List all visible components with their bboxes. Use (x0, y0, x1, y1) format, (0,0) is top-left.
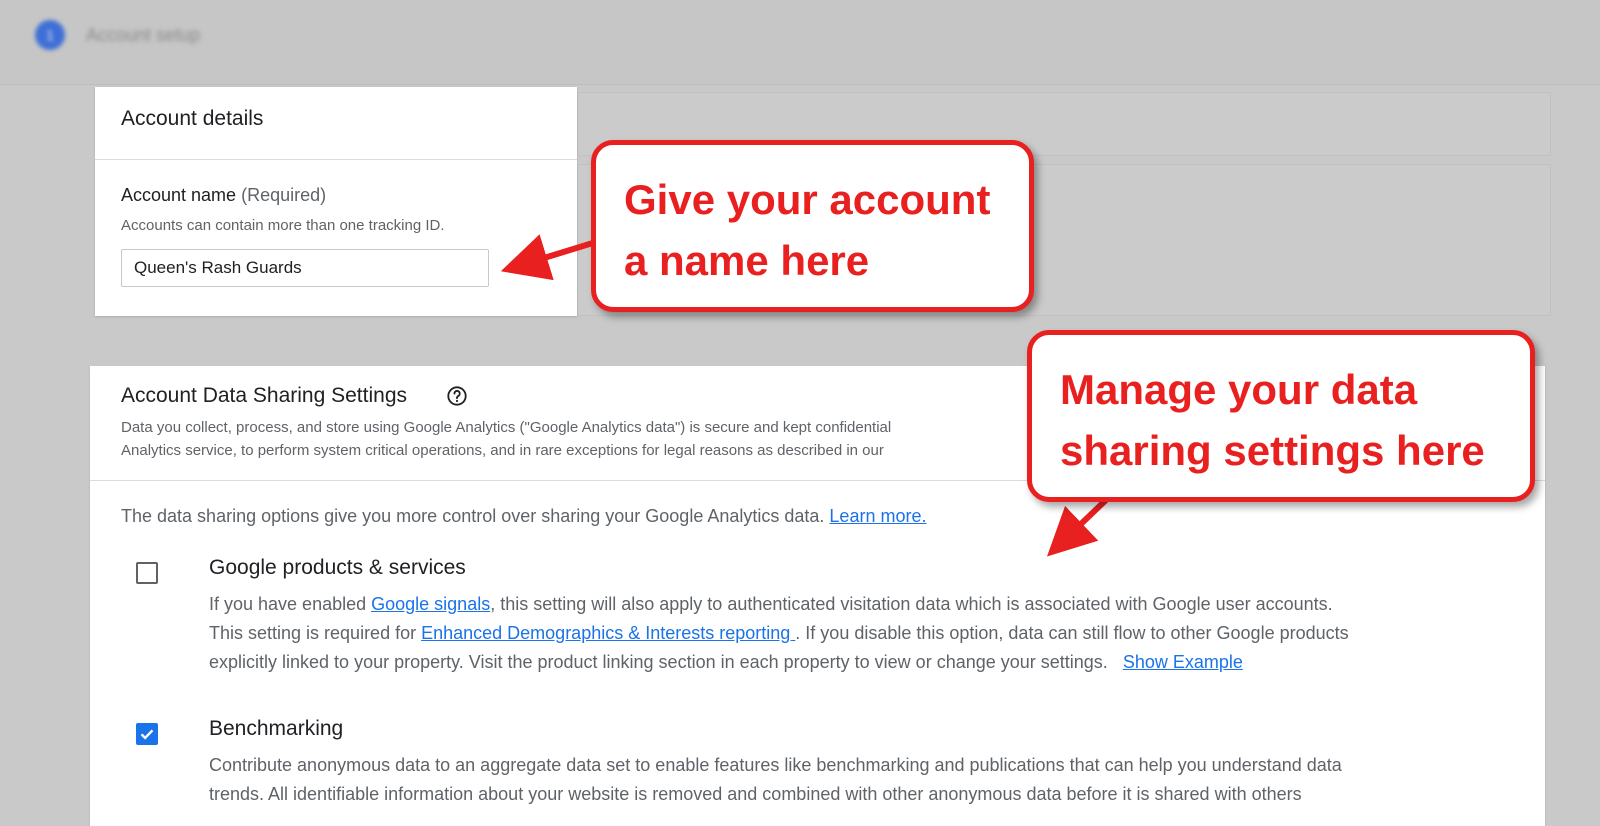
callout-line: Manage your data (1060, 366, 1418, 413)
callout-line: sharing settings here (1060, 427, 1485, 474)
callout-line: Give your account (624, 176, 991, 223)
callout-line: a name here (624, 237, 870, 284)
callout-account-name: Give your account a name here (591, 140, 1034, 312)
arrow-to-account-name (500, 234, 597, 281)
callout-data-sharing: Manage your data sharing settings here (1027, 330, 1535, 502)
arrow-to-sharing-options (1046, 497, 1109, 557)
